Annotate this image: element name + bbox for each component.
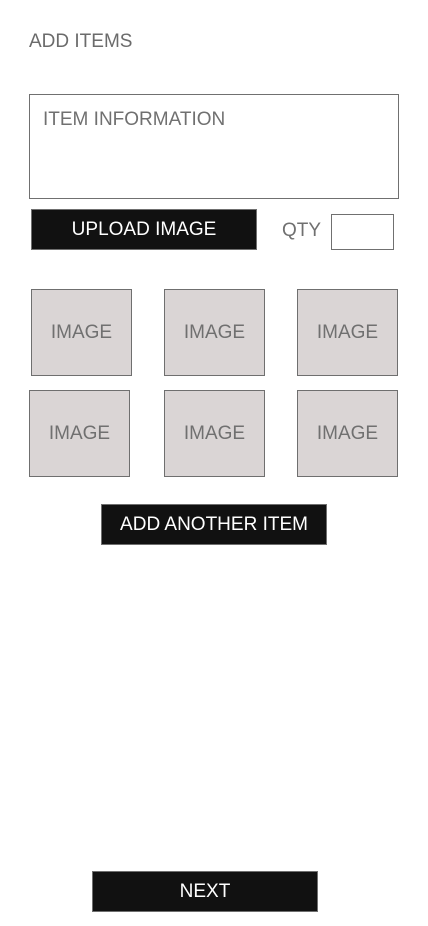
image-placeholder[interactable]: IMAGE (297, 390, 398, 477)
add-another-item-button[interactable]: ADD ANOTHER ITEM (101, 504, 327, 545)
image-placeholder[interactable]: IMAGE (164, 289, 265, 376)
next-button[interactable]: NEXT (92, 871, 318, 912)
image-placeholder[interactable]: IMAGE (164, 390, 265, 477)
image-placeholder[interactable]: IMAGE (31, 289, 132, 376)
qty-input[interactable] (331, 214, 394, 250)
page-title: ADD ITEMS (29, 31, 133, 52)
image-placeholder[interactable]: IMAGE (29, 390, 130, 477)
image-placeholder[interactable]: IMAGE (297, 289, 398, 376)
item-information-field[interactable]: ITEM INFORMATION (29, 94, 399, 199)
upload-image-button[interactable]: UPLOAD IMAGE (31, 209, 257, 250)
qty-label: QTY (282, 220, 322, 241)
